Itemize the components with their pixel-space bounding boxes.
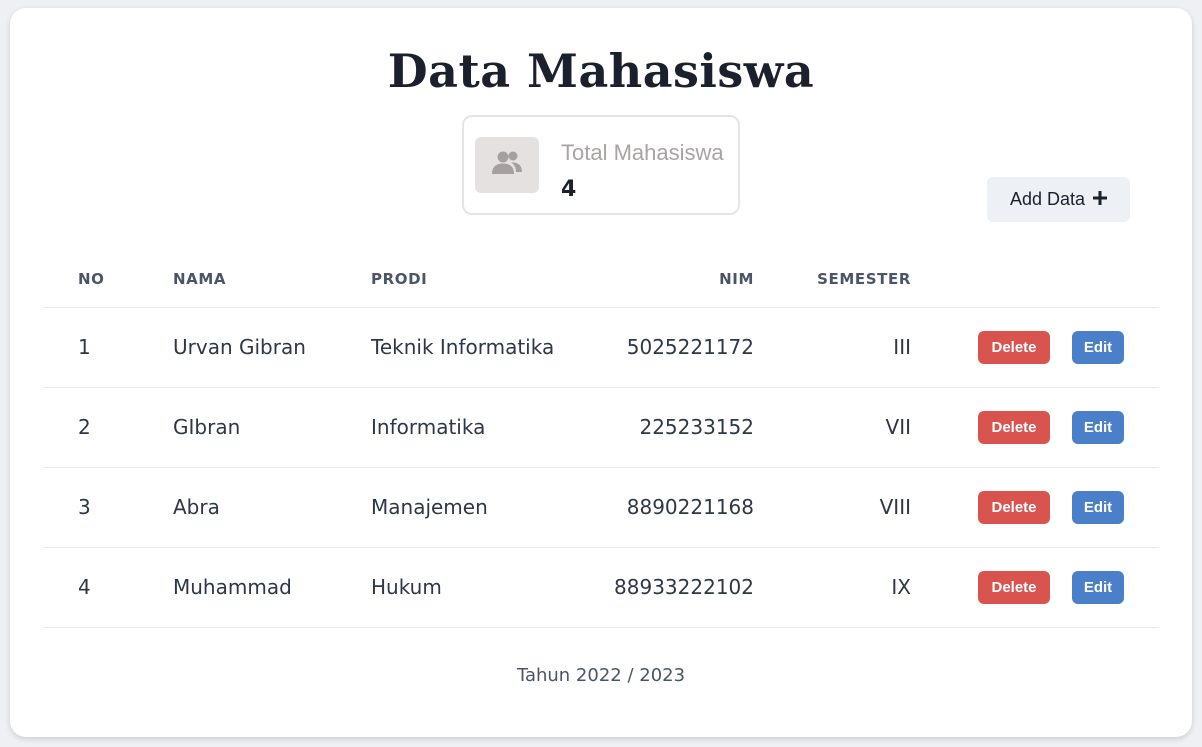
- cell-nama: Abra: [173, 495, 220, 519]
- cell-no: 1: [78, 335, 91, 359]
- academic-year-footer: Tahun 2022 / 2023: [516, 665, 686, 686]
- cell-nama: Muhammad: [173, 575, 292, 599]
- cell-semester: IX: [891, 575, 911, 599]
- page-title: Data Mahasiswa: [387, 44, 815, 98]
- header-prodi: PRODI: [371, 270, 428, 288]
- delete-button[interactable]: Delete: [978, 411, 1050, 444]
- table-row: 2 GIbran Informatika 225233152 VII Delet…: [44, 388, 1159, 468]
- users-icon: [491, 150, 523, 180]
- main-card: Data Mahasiswa Total Mahasiswa 4 Add Dat…: [10, 8, 1192, 737]
- table-row: 4 Muhammad Hukum 88933222102 IX Delete E…: [44, 548, 1159, 628]
- cell-nim: 225233152: [639, 415, 754, 439]
- edit-button[interactable]: Edit: [1072, 571, 1124, 604]
- add-data-label: Add Data: [1009, 189, 1086, 209]
- add-data-button[interactable]: Add Data: [987, 177, 1130, 222]
- students-table: NO NAMA PRODI NIM SEMESTER 1 Urvan Gibra…: [44, 248, 1159, 628]
- cell-no: 2: [78, 415, 91, 439]
- cell-prodi: Informatika: [371, 415, 486, 439]
- delete-button[interactable]: Delete: [978, 491, 1050, 524]
- cell-no: 4: [78, 575, 91, 599]
- stat-value: 4: [561, 177, 577, 202]
- edit-button[interactable]: Edit: [1072, 491, 1124, 524]
- delete-button[interactable]: Delete: [978, 571, 1050, 604]
- header-semester: SEMESTER: [817, 270, 911, 288]
- plus-icon: [1093, 189, 1108, 210]
- cell-semester: III: [893, 335, 911, 359]
- header-nama: NAMA: [173, 270, 227, 288]
- table-row: 3 Abra Manajemen 8890221168 VIII Delete …: [44, 468, 1159, 548]
- cell-prodi: Manajemen: [371, 495, 488, 519]
- cell-semester: VIII: [879, 495, 911, 519]
- header-no: NO: [78, 270, 105, 288]
- header-nim: NIM: [719, 270, 754, 288]
- table-header: NO NAMA PRODI NIM SEMESTER: [44, 248, 1159, 308]
- cell-nama: GIbran: [173, 415, 241, 439]
- cell-nim: 8890221168: [626, 495, 754, 519]
- cell-nim: 88933222102: [614, 575, 754, 599]
- cell-prodi: Hukum: [371, 575, 442, 599]
- delete-button[interactable]: Delete: [978, 331, 1050, 364]
- cell-semester: VII: [885, 415, 911, 439]
- total-students-card: Total Mahasiswa 4: [462, 115, 740, 215]
- stat-icon-box: [475, 137, 539, 193]
- stat-label: Total Mahasiswa: [561, 140, 724, 165]
- cell-nama: Urvan Gibran: [173, 335, 306, 359]
- table-row: 1 Urvan Gibran Teknik Informatika 502522…: [44, 308, 1159, 388]
- edit-button[interactable]: Edit: [1072, 331, 1124, 364]
- edit-button[interactable]: Edit: [1072, 411, 1124, 444]
- cell-nim: 5025221172: [626, 335, 754, 359]
- cell-no: 3: [78, 495, 91, 519]
- cell-prodi: Teknik Informatika: [371, 335, 555, 359]
